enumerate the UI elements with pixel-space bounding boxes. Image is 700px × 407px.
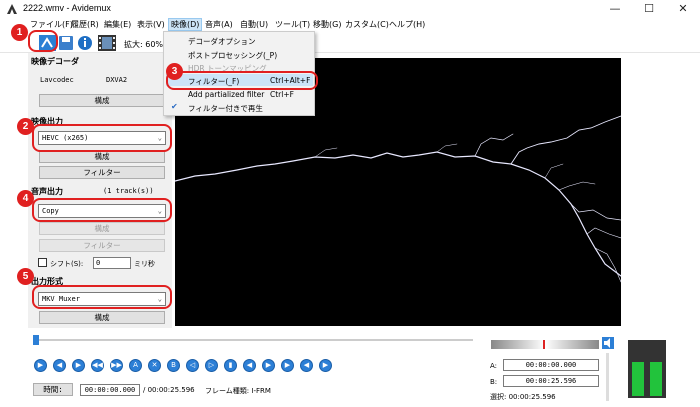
first-frame-icon[interactable]: ◀ [243,359,256,372]
meter-right [650,362,662,396]
menu-play-with-filters[interactable]: フィルター付きで再生 [188,103,263,114]
meter-left [632,362,644,396]
callout-outline-open [28,30,58,52]
callout-badge-4: 4 [17,190,34,207]
b-marker-field[interactable]: 00:00:25.596 [503,375,599,387]
save-icon[interactable] [58,35,74,51]
shift-checkbox[interactable] [38,258,47,267]
a-label: A: [490,362,498,370]
volume-mini-track [491,340,599,349]
title-bar: 2222.wmv - Avidemux — ☐ ✕ [0,0,700,18]
menu-help[interactable]: ヘルプ(H) [389,19,425,30]
set-b-icon[interactable]: B [167,359,180,372]
callout-outline-video-codec [32,124,172,152]
stop-icon[interactable]: ▮ [224,359,237,372]
seek-bar[interactable] [33,333,473,347]
callout-badge-2: 2 [17,118,34,135]
menu-post-processing[interactable]: ポストプロセッシング(_P) [188,50,277,61]
filmstrip-icon[interactable] [98,35,116,51]
audio-configure-button[interactable]: 構成 [39,222,165,235]
a-marker-field[interactable]: 00:00:00.000 [503,359,599,371]
zoom-label: 拡大: 60% [124,40,164,49]
checkmark-icon: ✔ [171,102,178,111]
rewind-icon[interactable]: ◀ [53,359,66,372]
menu-audio[interactable]: 音声(A) [205,19,233,30]
menu-tools[interactable]: ツール(T) [275,19,310,30]
window-title: 2222.wmv - Avidemux [23,3,111,13]
format-configure-button[interactable]: 構成 [39,311,165,324]
next-keyframe-icon[interactable]: ▶▶ [110,359,123,372]
app-icon [7,4,17,14]
forward-icon[interactable]: ▶ [72,359,85,372]
current-time-field[interactable]: 00:00:00.000 [80,384,140,396]
seek-thumb[interactable] [33,335,39,345]
shift-unit-label: ミリ秒 [134,260,155,268]
clear-marker-icon[interactable]: ✕ [148,359,161,372]
time-button[interactable]: 時間: [33,383,73,396]
maximize-button[interactable]: ☐ [632,0,666,18]
decoder-codec-value: DXVA2 [106,76,128,84]
step-icon[interactable]: ▶ [281,359,294,372]
audio-meter [628,340,666,398]
info-icon[interactable] [77,35,93,51]
toolbar: 拡大: 60% [0,31,700,53]
menu-history[interactable]: 履歴(R) [71,19,99,30]
callout-outline-filters [166,71,318,90]
callout-badge-1: 1 [11,24,28,41]
frame-type: フレーム種類: I-FRM [205,387,271,395]
audio-filters-button[interactable]: フィルター [39,239,165,252]
prev-keyframe-icon[interactable]: ◀◀ [91,359,104,372]
total-time: / 00:00:25.596 [143,386,195,394]
close-button[interactable]: ✕ [666,0,700,18]
next-cut-icon[interactable]: ▶ [319,359,332,372]
callout-badge-3: 3 [166,63,183,80]
menu-bar: ファイル(F) 履歴(R) 編集(E) 表示(V) 映像(D) 音声(A) 自動… [0,18,700,31]
menu-view[interactable]: 表示(V) [137,19,165,30]
menu-edit[interactable]: 編集(E) [104,19,131,30]
b-label: B: [490,378,498,386]
video-decoder-title: 映像デコーダ [31,57,79,66]
callout-outline-output-format [32,285,172,309]
menu-decoder-options[interactable]: デコーダオプション [188,36,256,47]
set-a-icon[interactable]: A [129,359,142,372]
audio-track-count: (1 track(s)) [103,187,154,195]
marker-line [543,340,545,349]
seek-track [33,339,473,341]
last-frame-icon[interactable]: ▶ [262,359,275,372]
selection-duration: 選択: 00:00:25.596 [490,393,556,401]
menu-auto[interactable]: 自動(U) [240,19,268,30]
menu-video[interactable]: 映像(D) [168,18,203,31]
prev-cut-icon[interactable]: ◀ [300,359,313,372]
callout-badge-5: 5 [17,268,34,285]
play-icon[interactable]: ▶ [34,359,47,372]
audio-output-title: 音声出力 [31,187,63,196]
callout-outline-audio-codec [32,198,172,222]
shift-label: シフト(S): [50,260,84,268]
decoder-codec-label: Lavcodec [40,76,74,84]
next-black-icon[interactable]: ▷ [205,359,218,372]
menu-partialized-shortcut: Ctrl+F [270,90,294,99]
menu-partialized-filter[interactable]: Add partialized filter [188,90,264,99]
video-filters-button[interactable]: フィルター [39,166,165,179]
shift-value-input[interactable]: 0 [93,257,131,269]
prev-black-icon[interactable]: ◁ [186,359,199,372]
volume-slider[interactable] [606,353,609,401]
minimize-button[interactable]: — [598,0,632,18]
speaker-icon[interactable] [602,337,614,349]
menu-custom[interactable]: カスタム(C) [345,19,389,30]
menu-go[interactable]: 移動(G) [313,19,341,30]
menu-file[interactable]: ファイル(F) [30,19,73,30]
decoder-configure-button[interactable]: 構成 [39,94,165,107]
